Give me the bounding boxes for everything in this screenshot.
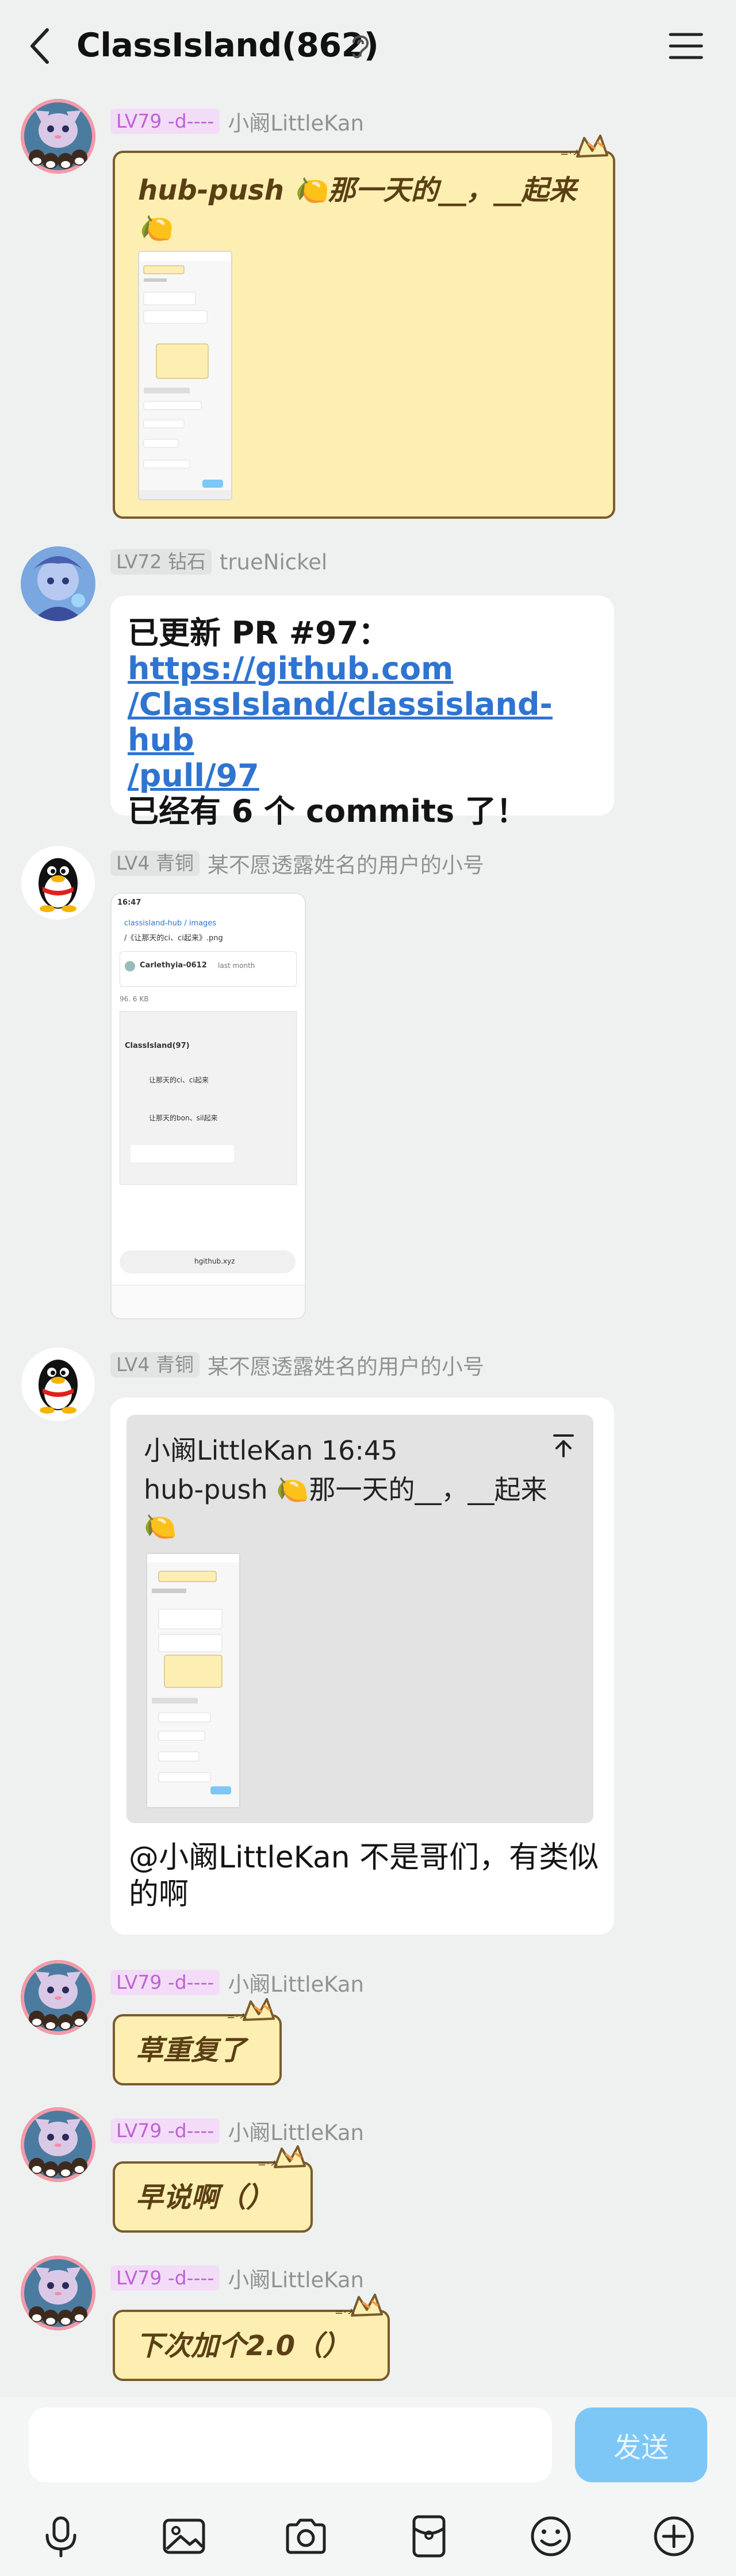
chat-title[interactable]: ClassIsland(862): [76, 26, 379, 64]
compose-area: 发送: [0, 2397, 736, 2496]
message-text: @小阚LittleKan 不是哥们，有类似的啊: [129, 1840, 599, 1912]
message-bubble[interactable]: 下次加个2.0（）: [113, 2310, 390, 2381]
reply-thumbnail: [146, 1553, 240, 1808]
sender-name[interactable]: 小阚LittleKan: [228, 1967, 364, 1998]
file-size: 96. 6 KB: [120, 995, 149, 1003]
sender-row: LV79 -d---- 小阚LittleKan: [110, 1967, 364, 1998]
level-badge: LV72 钻石: [110, 549, 212, 575]
preview-message: 让那天的bon、sil起来: [149, 1114, 218, 1122]
level-badge: LV79 -d----: [110, 109, 220, 134]
avatar[interactable]: [21, 1347, 95, 1422]
cat-ears-icon: [252, 2144, 315, 2179]
avatar[interactable]: [21, 2107, 95, 2182]
message-bubble[interactable]: 已更新 PR #97： https://github.com /ClassIsl…: [110, 596, 614, 829]
sender-name[interactable]: 小阚LittleKan: [228, 2263, 364, 2294]
level-badge: LV79 -d----: [110, 2265, 220, 2291]
repo-breadcrumb: classisland-hub / images: [124, 919, 217, 928]
url-bar: hgithub.xyz: [120, 1250, 296, 1273]
message-text: hub-push 🍋那一天的__，__起来🍋: [138, 174, 577, 244]
sender-name[interactable]: 小阚LittleKan: [228, 106, 364, 137]
preview-input: [131, 1145, 234, 1162]
message-input[interactable]: [29, 2407, 552, 2482]
message-bubble[interactable]: 小阚LittleKan 16:45 hub-push 🍋那一天的__，__起来🍋: [110, 1398, 614, 1935]
sender-row: LV72 钻石 trueNickel: [110, 549, 327, 575]
camera-icon[interactable]: [283, 2513, 329, 2559]
url-text: hgithub.xyz: [194, 1257, 235, 1265]
sender-row: LV4 青铜 某不愿透露姓名的用户的小号: [110, 1349, 484, 1380]
phone-time: 16:47: [117, 898, 141, 907]
image-preview: ClassIsland(97) 让那天的ci、ci起来 让那天的bon、sil起…: [120, 1011, 297, 1185]
sender-name[interactable]: trueNickel: [220, 550, 327, 575]
preview-chat-title: ClassIsland(97): [125, 1042, 190, 1050]
level-badge: LV79 -d----: [110, 1970, 220, 1995]
emoji-icon[interactable]: [528, 2513, 574, 2559]
sender-name[interactable]: 小阚LittleKan: [228, 2115, 364, 2146]
level-badge: LV4 青铜: [110, 851, 200, 876]
avatar[interactable]: [21, 546, 95, 621]
sender-name[interactable]: 某不愿透露姓名的用户的小号: [208, 1349, 484, 1380]
image-message[interactable]: 16:47 classisland-hub / images /《让那天的ci、…: [110, 893, 306, 1319]
sender-row: LV79 -d---- 小阚LittleKan: [110, 2115, 364, 2146]
reply-meta: 小阚LittleKan 16:45: [144, 1435, 398, 1466]
author-avatar: [125, 961, 135, 971]
back-arrow-icon[interactable]: [23, 23, 57, 69]
send-button[interactable]: 发送: [575, 2407, 707, 2482]
message-text: 已更新 PR #97：: [128, 615, 390, 651]
embedded-screenshot[interactable]: [138, 251, 232, 500]
avatar[interactable]: [21, 99, 95, 174]
chat-header: ClassIsland(862): [0, 0, 736, 92]
message-text: 已经有 6 个 commits 了！: [128, 793, 527, 829]
commit-box: Carlethyia-0612 last month: [120, 951, 297, 987]
add-icon[interactable]: [651, 2513, 697, 2559]
browser-nav: [112, 1285, 305, 1318]
image-icon[interactable]: [161, 2513, 207, 2559]
message-text: 早说啊（）: [136, 2181, 274, 2214]
avatar[interactable]: [21, 2256, 95, 2330]
message-bubble[interactable]: 早说啊（）: [113, 2161, 313, 2233]
cat-ears-icon: [329, 2292, 392, 2327]
link-part: /ClassIsland/classisland-hub: [128, 686, 553, 758]
screenshot-thumbnail: [147, 1554, 239, 1807]
avatar[interactable]: [21, 1960, 95, 2035]
reply-text: hub-push 🍋那一天的__，__起来🍋: [144, 1474, 547, 1542]
cat-ears-icon: [221, 1997, 284, 2031]
file-path: /《让那天的ci、ci起来》.png: [124, 934, 223, 943]
sender-row: LV4 青铜 某不愿透露姓名的用户的小号: [110, 848, 484, 879]
preview-message: 让那天的ci、ci起来: [149, 1076, 209, 1084]
commit-author: Carlethyia-0612: [140, 961, 207, 970]
avatar[interactable]: [21, 845, 95, 920]
pull-request-link[interactable]: https://github.com /ClassIsland/classisl…: [128, 651, 597, 794]
link-part: https://github.com: [128, 650, 454, 687]
cat-ears-icon: [554, 133, 618, 168]
microphone-icon[interactable]: [38, 2513, 84, 2559]
jump-to-original-icon[interactable]: [552, 1433, 575, 1459]
screenshot-thumbnail: [139, 252, 231, 499]
quoted-reply[interactable]: 小阚LittleKan 16:45 hub-push 🍋那一天的__，__起来🍋: [126, 1415, 593, 1823]
message-text: 草重复了: [136, 2034, 247, 2066]
sender-row: LV79 -d---- 小阚LittleKan: [110, 2263, 364, 2294]
input-toolbar: [0, 2496, 736, 2576]
commit-time: last month: [218, 962, 255, 970]
ear-icon[interactable]: [348, 32, 373, 60]
level-badge: LV4 青铜: [110, 1352, 200, 1377]
menu-icon[interactable]: [667, 29, 705, 63]
level-badge: LV79 -d----: [110, 2118, 220, 2144]
sender-name[interactable]: 某不愿透露姓名的用户的小号: [208, 848, 484, 879]
message-bubble[interactable]: 草重复了: [113, 2014, 282, 2085]
sender-row: LV79 -d---- 小阚LittleKan: [110, 106, 364, 137]
link-part: /pull/97: [128, 757, 259, 794]
message-bubble[interactable]: hub-push 🍋那一天的__，__起来🍋: [113, 151, 615, 519]
red-packet-icon[interactable]: [406, 2513, 452, 2559]
message-text: 下次加个2.0（）: [136, 2330, 351, 2362]
